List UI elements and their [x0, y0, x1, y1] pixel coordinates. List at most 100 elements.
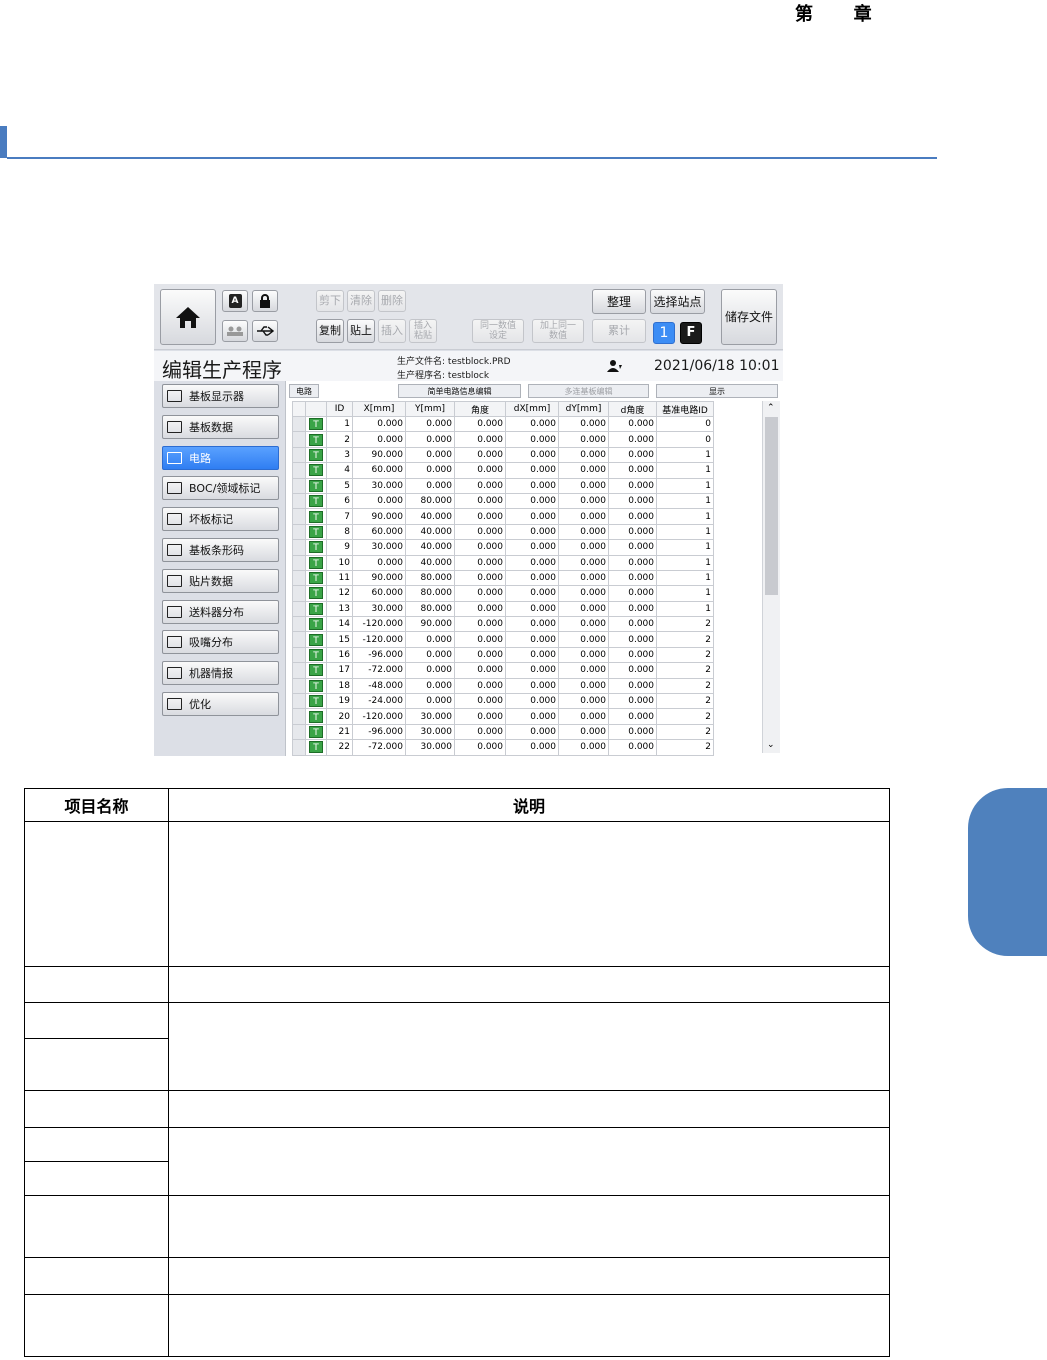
row-selector[interactable] — [292, 616, 306, 633]
table-cell[interactable]: 0.000 — [608, 662, 657, 679]
table-cell[interactable]: 2 — [656, 616, 714, 633]
table-cell[interactable]: 0.000 — [608, 462, 657, 479]
table-cell[interactable]: 21 — [326, 723, 353, 741]
table-cell[interactable]: 0.000 — [405, 646, 455, 664]
table-row[interactable]: T 20 -120.000 30.000 0.000 0.000 0.000 0.000 2 — [292, 708, 714, 725]
table-cell[interactable]: 0.000 — [454, 554, 506, 571]
table-cell[interactable]: 0.000 — [608, 631, 657, 648]
table-cell[interactable]: 90.000 — [352, 446, 406, 464]
table-cell[interactable]: 0.000 — [405, 415, 455, 433]
table-cell[interactable]: 0.000 — [608, 646, 657, 664]
table-cell[interactable]: 0.000 — [352, 431, 406, 448]
table-cell[interactable]: 0.000 — [608, 569, 657, 587]
table-cell[interactable]: 0.000 — [454, 739, 506, 756]
table-cell[interactable]: 1 — [656, 492, 714, 510]
table-cell[interactable]: 13 — [326, 600, 353, 618]
table-row[interactable]: T 15 -120.000 0.000 0.000 0.000 0.000 0.000 2 — [292, 631, 714, 648]
usb-button[interactable] — [252, 320, 278, 342]
table-cell[interactable]: 10 — [326, 554, 353, 571]
row-selector[interactable] — [292, 646, 306, 664]
table-cell[interactable]: 60.000 — [352, 462, 406, 479]
table-cell[interactable]: 0.000 — [505, 631, 559, 648]
table-row[interactable]: T 11 90.000 80.000 0.000 0.000 0.000 0.000 1 — [292, 569, 714, 587]
table-cell[interactable]: 0.000 — [405, 677, 455, 695]
table-cell[interactable]: 9 — [326, 539, 353, 556]
table-cell[interactable]: 0.000 — [505, 739, 559, 756]
table-row[interactable]: T 1 0.000 0.000 0.000 0.000 0.000 0.000 0 — [292, 415, 714, 433]
table-cell[interactable]: 0.000 — [608, 492, 657, 510]
type-cell[interactable]: T — [305, 477, 327, 494]
table-cell[interactable]: 0.000 — [505, 662, 559, 679]
table-cell[interactable]: 0.000 — [454, 585, 506, 602]
table-cell[interactable]: 0 — [656, 431, 714, 448]
type-cell[interactable]: T — [305, 739, 327, 756]
table-cell[interactable]: 30.000 — [352, 477, 406, 494]
table-cell[interactable]: 0.000 — [454, 415, 506, 433]
user-login-button[interactable] — [222, 320, 248, 342]
table-row[interactable]: T 7 90.000 40.000 0.000 0.000 0.000 0.000 1 — [292, 508, 714, 525]
sidebar-item[interactable]: 优化 — [162, 692, 279, 716]
type-cell[interactable]: T — [305, 600, 327, 618]
type-cell[interactable]: T — [305, 415, 327, 433]
table-cell[interactable]: 0.000 — [558, 631, 609, 648]
table-cell[interactable]: 14 — [326, 616, 353, 633]
table-cell[interactable]: 0.000 — [608, 508, 657, 525]
cut-button[interactable]: 剪下 — [316, 290, 344, 312]
table-cell[interactable]: 0.000 — [505, 569, 559, 587]
table-cell[interactable]: 0.000 — [558, 415, 609, 433]
table-cell[interactable]: 80.000 — [405, 585, 455, 602]
table-cell[interactable]: 0.000 — [558, 554, 609, 571]
table-cell[interactable]: 0.000 — [558, 569, 609, 587]
table-cell[interactable]: 80.000 — [405, 492, 455, 510]
table-cell[interactable]: 20 — [326, 708, 353, 725]
row-selector[interactable] — [292, 431, 306, 448]
row-selector[interactable] — [292, 492, 306, 510]
table-row[interactable]: T 6 0.000 80.000 0.000 0.000 0.000 0.000 1 — [292, 492, 714, 510]
table-cell[interactable]: 0.000 — [352, 415, 406, 433]
table-cell[interactable]: 30.000 — [352, 600, 406, 618]
table-cell[interactable]: 60.000 — [352, 585, 406, 602]
table-cell[interactable]: 0.000 — [558, 446, 609, 464]
table-row[interactable]: T 19 -24.000 0.000 0.000 0.000 0.000 0.000 2 — [292, 693, 714, 710]
table-cell[interactable]: 0.000 — [608, 723, 657, 741]
table-cell[interactable]: 0.000 — [505, 585, 559, 602]
table-cell[interactable]: 0.000 — [558, 646, 609, 664]
table-cell[interactable]: 0.000 — [505, 523, 559, 541]
table-cell[interactable]: 40.000 — [405, 523, 455, 541]
sidebar-item[interactable]: 送料器分布 — [162, 599, 279, 624]
type-cell[interactable]: T — [305, 462, 327, 479]
table-cell[interactable]: 0.000 — [505, 723, 559, 741]
table-cell[interactable]: 7 — [326, 508, 353, 525]
table-row[interactable]: T 2 0.000 0.000 0.000 0.000 0.000 0.000 0 — [292, 431, 714, 448]
table-cell[interactable]: 2 — [656, 677, 714, 695]
type-cell[interactable]: T — [305, 616, 327, 633]
table-cell[interactable]: 0.000 — [352, 554, 406, 571]
table-cell[interactable]: 0.000 — [454, 523, 506, 541]
table-row[interactable]: T 13 30.000 80.000 0.000 0.000 0.000 0.000 1 — [292, 600, 714, 618]
table-cell[interactable]: 0.000 — [505, 492, 559, 510]
table-cell[interactable]: -96.000 — [352, 646, 406, 664]
table-cell[interactable]: 0.000 — [505, 616, 559, 633]
table-row[interactable]: T 4 60.000 0.000 0.000 0.000 0.000 0.000 1 — [292, 462, 714, 479]
table-cell[interactable]: 80.000 — [405, 600, 455, 618]
type-cell[interactable]: T — [305, 723, 327, 741]
row-selector[interactable] — [292, 708, 306, 725]
table-cell[interactable]: 15 — [326, 631, 353, 648]
table-cell[interactable]: 1 — [656, 569, 714, 587]
table-cell[interactable]: 30.000 — [405, 708, 455, 725]
row-selector[interactable] — [292, 569, 306, 587]
table-cell[interactable]: 0.000 — [558, 662, 609, 679]
column-header[interactable]: dY[mm] — [558, 401, 609, 417]
sidebar-item[interactable]: 机器情报 — [162, 661, 279, 686]
sidebar-item[interactable]: 基板条形码 — [162, 538, 279, 562]
table-cell[interactable]: 0.000 — [558, 477, 609, 494]
tab-display[interactable]: 显示 — [656, 384, 778, 398]
row-selector[interactable] — [292, 585, 306, 602]
table-cell[interactable]: 16 — [326, 646, 353, 664]
table-cell[interactable]: -120.000 — [352, 631, 406, 648]
table-cell[interactable]: 22 — [326, 739, 353, 756]
type-cell[interactable]: T — [305, 631, 327, 648]
table-cell[interactable]: 0.000 — [558, 539, 609, 556]
table-row[interactable]: T 14 -120.000 90.000 0.000 0.000 0.000 0.000 2 — [292, 616, 714, 633]
table-row[interactable]: T 18 -48.000 0.000 0.000 0.000 0.000 0.000 2 — [292, 677, 714, 695]
